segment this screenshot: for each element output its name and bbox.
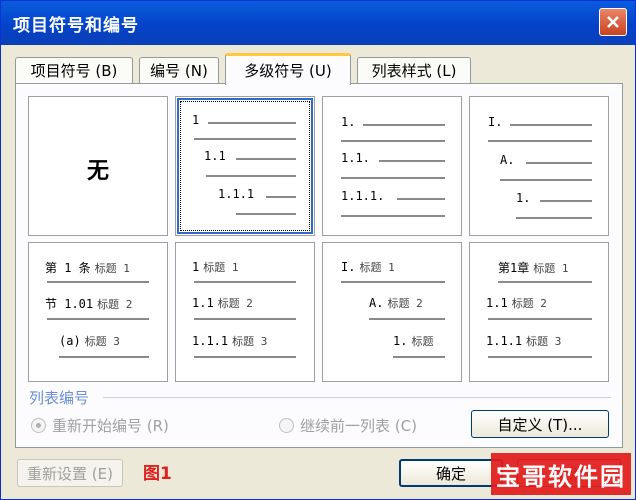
heading-label: 标题 3 [526, 335, 562, 348]
style-numeric-dot[interactable]: 1. 1.1. 1.1.1. [322, 96, 462, 236]
reset-button[interactable]: 重新设置 (E) [17, 459, 123, 487]
heading-label: 标题 3 [84, 335, 120, 348]
close-icon [607, 16, 619, 28]
style-chapter-heading[interactable]: 第1章 标题 1 1.1 标题 2 1.1.1 标题 3 [469, 242, 609, 382]
level-label: 1. 标题 [393, 333, 433, 349]
tab-multilevel[interactable]: 多级符号 (U) [225, 53, 351, 85]
close-button[interactable] [599, 8, 627, 36]
level-label: I. 标题 1 [341, 259, 395, 275]
level-label: 1. [516, 191, 531, 205]
heading-label: 标题 1 [203, 261, 239, 274]
level-number: 1.1.1 [192, 334, 229, 348]
tab-label: 项目符号 [30, 62, 91, 80]
heading-label: 标题 3 [232, 335, 268, 348]
heading-label: 标题 2 [387, 297, 423, 310]
level-label: A. 标题 2 [369, 295, 423, 311]
tab-numbering[interactable]: 编号 (N) [139, 57, 219, 83]
tab-key: (N) [184, 61, 208, 80]
style-numeric[interactable]: 1 1.1 1.1.1 [175, 96, 315, 236]
title-bar[interactable]: 项目符号和编号 [1, 1, 635, 45]
heading-label: 标题 2 [217, 297, 253, 310]
tab-panel: 无 1 1.1 1.1.1 1. 1.1. 1.1.1. I. A. 1. 第 … [15, 83, 623, 448]
tab-key: (B) [95, 61, 118, 80]
level-number: 1.1 [192, 296, 214, 310]
level-label: 1.1 标题 2 [192, 295, 253, 311]
customize-button[interactable]: 自定义 (T)... [471, 410, 609, 438]
dialog-title: 项目符号和编号 [13, 16, 139, 36]
level-number: 第1章 [498, 261, 530, 275]
level-label: 1.1 [204, 149, 226, 163]
section-divider [103, 397, 611, 398]
level-label: 1.1.1 标题 3 [486, 333, 561, 349]
list-numbering-label: 列表编号 [29, 389, 90, 407]
none-label: 无 [86, 159, 109, 184]
tab-label: 列表样式 [371, 62, 432, 80]
tab-label: 编号 [150, 62, 181, 80]
style-roman-heading[interactable]: I. 标题 1 A. 标题 2 1. 标题 [322, 242, 462, 382]
restart-numbering-label: 重新开始编号 (R) [52, 417, 169, 435]
level-label: 1.1.1 [218, 187, 255, 201]
style-article-section[interactable]: 第 1 条标题 1 节 1.01 标题 2 (a) 标题 3 [28, 242, 168, 382]
level-label: 第1章 标题 1 [498, 259, 568, 276]
level-number: 1.1 [486, 296, 508, 310]
tab-label: 多级符号 [244, 62, 305, 80]
level-number: 第 1 条 [45, 261, 91, 275]
style-numeric-heading[interactable]: 1 标题 1 1.1 标题 2 1.1.1 标题 3 [175, 242, 315, 382]
level-label: 1.1.1 标题 3 [192, 333, 267, 349]
level-label: 1 [192, 113, 200, 127]
tab-key: (U) [309, 61, 332, 80]
level-number: I. [341, 260, 356, 274]
level-label: 1.1. [341, 151, 370, 165]
radio-indicator [31, 418, 46, 433]
ok-button[interactable]: 确定 [399, 459, 503, 487]
level-label: 1.1 标题 2 [486, 295, 547, 311]
level-label: I. [488, 115, 503, 129]
heading-label: 标题 [411, 335, 434, 348]
style-roman-alpha[interactable]: I. A. 1. [469, 96, 609, 236]
tab-key: (L) [436, 61, 457, 80]
heading-label: 标题 1 [94, 262, 130, 275]
heading-label: 标题 1 [533, 262, 569, 275]
tab-list-styles[interactable]: 列表样式 (L) [357, 57, 471, 83]
level-label: A. [500, 153, 515, 167]
level-number: A. [369, 296, 384, 310]
watermark: 宝哥软件园 [491, 453, 631, 495]
level-number: 1. [393, 334, 408, 348]
continue-list-label: 继续前一列表 (C) [300, 417, 417, 435]
level-number: 1 [192, 260, 200, 274]
level-label: 1. [341, 115, 356, 129]
level-label: 1.1.1. [341, 189, 385, 203]
style-none[interactable]: 无 [28, 96, 168, 236]
heading-label: 标题 2 [97, 298, 133, 311]
figure-label: 图1 [143, 464, 172, 484]
dialog-window: 项目符号和编号 项目符号 (B) 编号 (N) 多级符号 (U) 列表样式 (L… [0, 0, 636, 500]
tab-bullets[interactable]: 项目符号 (B) [15, 57, 133, 83]
level-number: (a) [59, 334, 81, 348]
level-number: 节 1.01 [45, 297, 94, 311]
level-label: (a) 标题 3 [59, 333, 120, 349]
radio-indicator [279, 418, 294, 433]
continue-list-radio[interactable]: 继续前一列表 (C) [279, 415, 417, 436]
heading-label: 标题 2 [511, 297, 547, 310]
restart-numbering-radio[interactable]: 重新开始编号 (R) [31, 415, 169, 436]
level-label: 第 1 条标题 1 [45, 259, 130, 276]
level-number: 1.1.1 [486, 334, 523, 348]
level-label: 1 标题 1 [192, 259, 238, 275]
level-label: 节 1.01 标题 2 [45, 295, 132, 312]
heading-label: 标题 1 [359, 261, 395, 274]
